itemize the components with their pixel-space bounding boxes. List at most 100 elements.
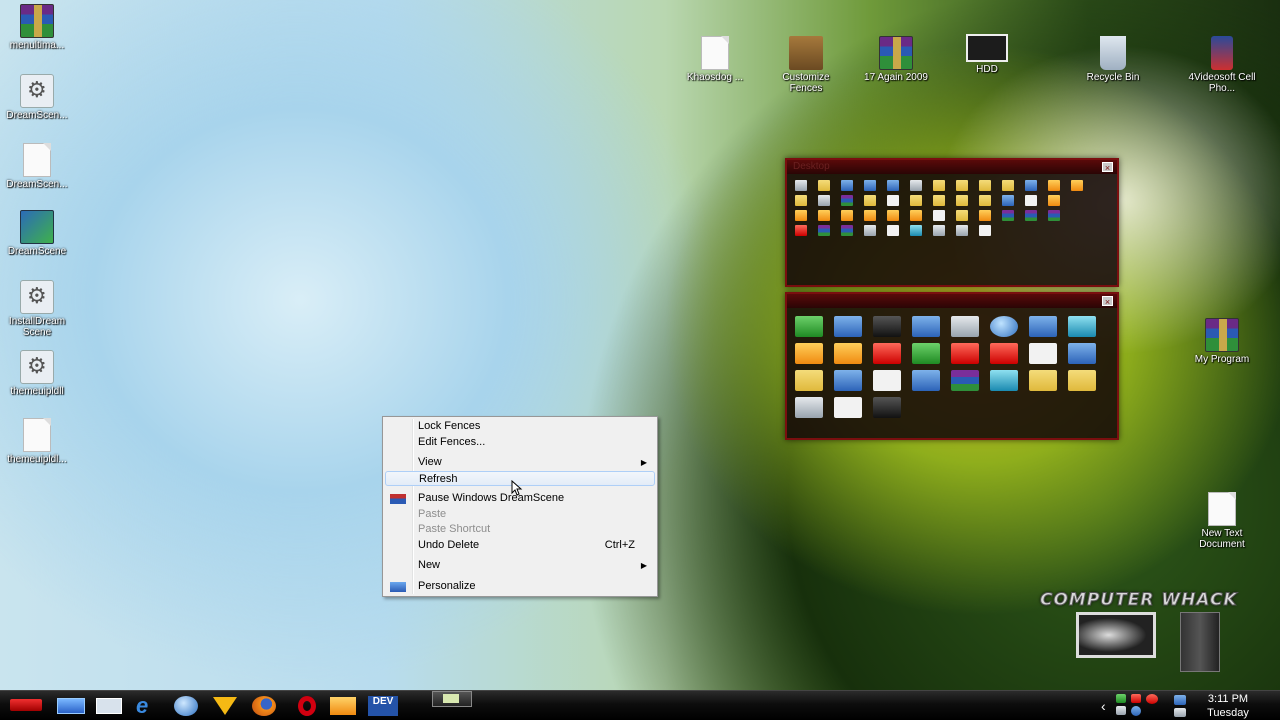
devexpress-icon[interactable]: DEV xyxy=(368,694,398,718)
fence-shortcut-icon[interactable] xyxy=(795,195,818,210)
fence-shortcut-icon[interactable] xyxy=(834,316,873,343)
fence-shortcut-icon[interactable] xyxy=(979,180,1002,195)
firefox-icon[interactable] xyxy=(250,694,280,718)
thunderbird-icon[interactable] xyxy=(172,694,202,718)
fence-shortcut-icon[interactable] xyxy=(951,343,990,370)
desktop-icon-top-5[interactable]: 4Videosoft Cell Pho... xyxy=(1184,36,1260,94)
fence-shortcut-icon[interactable] xyxy=(1029,316,1068,343)
fence-shortcut-icon[interactable] xyxy=(873,316,912,343)
desktop-icon-top-3[interactable]: HDD xyxy=(949,34,1025,75)
menu-item-edit-fences[interactable]: Edit Fences... xyxy=(385,435,655,451)
fence-shortcut-icon[interactable] xyxy=(864,180,887,195)
fence-shortcut-icon[interactable] xyxy=(956,195,979,210)
tray-antivirus-icon[interactable] xyxy=(1146,694,1158,704)
desktop-icon-right-1[interactable]: New Text Document xyxy=(1184,492,1260,550)
fence-programs-title[interactable]: × xyxy=(787,294,1117,308)
clock[interactable]: 3:11 PM Tuesday xyxy=(1198,692,1258,720)
fence-shortcut-icon[interactable] xyxy=(841,210,864,225)
menu-item-new[interactable]: New ▶ xyxy=(385,558,655,574)
fence-shortcut-icon[interactable] xyxy=(1068,343,1107,370)
desktop-icon-left-2[interactable]: DreamScen... xyxy=(0,143,75,190)
fence-shortcut-icon[interactable] xyxy=(1068,370,1107,397)
fence-shortcut-icon[interactable] xyxy=(990,316,1029,343)
tray-update-icon[interactable] xyxy=(1131,706,1141,716)
fence-shortcut-icon[interactable] xyxy=(795,316,834,343)
desktop-icon-top-4[interactable]: Recycle Bin xyxy=(1075,36,1151,83)
fence-shortcut-icon[interactable] xyxy=(933,210,956,225)
fence-shortcut-icon[interactable] xyxy=(956,225,979,240)
explorer-icon[interactable] xyxy=(94,694,124,718)
fence-shortcut-icon[interactable] xyxy=(951,316,990,343)
fence-shortcut-icon[interactable] xyxy=(818,180,841,195)
fence-shortcut-icon[interactable] xyxy=(1025,210,1048,225)
menu-item-lock-fences[interactable]: Lock Fences xyxy=(385,419,655,435)
fence-programs[interactable]: × xyxy=(785,292,1119,440)
fence-shortcut-icon[interactable] xyxy=(912,370,951,397)
tray-network-icon[interactable] xyxy=(1116,694,1126,703)
fence-shortcut-icon[interactable] xyxy=(1025,195,1048,210)
fence-shortcut-icon[interactable] xyxy=(887,210,910,225)
fence-shortcut-icon[interactable] xyxy=(1048,180,1071,195)
fence-shortcut-icon[interactable] xyxy=(795,225,818,240)
fence-shortcut-icon[interactable] xyxy=(795,343,834,370)
fence-shortcut-icon[interactable] xyxy=(933,195,956,210)
fence-shortcut-icon[interactable] xyxy=(841,195,864,210)
fence-shortcut-icon[interactable] xyxy=(910,195,933,210)
fence-shortcut-icon[interactable] xyxy=(1068,316,1107,343)
fence-desktop-title[interactable]: Desktop × xyxy=(787,160,1117,174)
fence-shortcut-icon[interactable] xyxy=(1048,210,1071,225)
fence-shortcut-icon[interactable] xyxy=(873,397,912,424)
desktop-icon-top-2[interactable]: 17 Again 2009 xyxy=(858,36,934,83)
fence-shortcut-icon[interactable] xyxy=(834,370,873,397)
fence-shortcut-icon[interactable] xyxy=(873,343,912,370)
desktop-icon-left-3[interactable]: DreamScene xyxy=(0,210,75,257)
fence-shortcut-icon[interactable] xyxy=(887,225,910,240)
start-button[interactable] xyxy=(10,699,42,711)
fence-shortcut-icon[interactable] xyxy=(795,370,834,397)
fence-shortcut-icon[interactable] xyxy=(933,180,956,195)
desktop-icon-top-1[interactable]: Customize Fences xyxy=(768,36,844,94)
fence-shortcut-icon[interactable] xyxy=(979,225,1002,240)
menu-item-undo-delete[interactable]: Undo Delete Ctrl+Z xyxy=(385,538,655,554)
media-player-icon[interactable] xyxy=(328,694,358,718)
tray-app-icon[interactable] xyxy=(1116,706,1126,715)
fence-shortcut-icon[interactable] xyxy=(818,195,841,210)
fence-shortcut-icon[interactable] xyxy=(979,210,1002,225)
fence-shortcut-icon[interactable] xyxy=(818,210,841,225)
fence-shortcut-icon[interactable] xyxy=(956,180,979,195)
fence-shortcut-icon[interactable] xyxy=(1002,180,1025,195)
fence-shortcut-icon[interactable] xyxy=(795,180,818,195)
fence-shortcut-icon[interactable] xyxy=(990,370,1029,397)
fence-shortcut-icon[interactable] xyxy=(1029,370,1068,397)
tray-volume-icon[interactable] xyxy=(1174,708,1186,717)
fence-shortcut-icon[interactable] xyxy=(841,225,864,240)
opera-icon[interactable] xyxy=(294,694,324,718)
fence-shortcut-icon[interactable] xyxy=(864,225,887,240)
menu-item-paste[interactable]: Paste xyxy=(385,507,655,523)
fence-shortcut-icon[interactable] xyxy=(1029,343,1068,370)
fence-shortcut-icon[interactable] xyxy=(1025,180,1048,195)
fence-shortcut-icon[interactable] xyxy=(873,370,912,397)
fence-shortcut-icon[interactable] xyxy=(910,180,933,195)
fence-shortcut-icon[interactable] xyxy=(887,195,910,210)
menu-item-paste-shortcut[interactable]: Paste Shortcut xyxy=(385,522,655,538)
menu-item-view[interactable]: View ▶ xyxy=(385,455,655,471)
fence-shortcut-icon[interactable] xyxy=(910,210,933,225)
fence-shortcut-icon[interactable] xyxy=(834,397,873,424)
fence-shortcut-icon[interactable] xyxy=(951,370,990,397)
tray-display-icon[interactable] xyxy=(1174,695,1186,705)
fence-close-button[interactable]: × xyxy=(1102,162,1113,173)
running-app-button[interactable] xyxy=(432,691,472,707)
desktop-icon-left-4[interactable]: InstallDream Scene xyxy=(0,280,75,338)
fence-shortcut-icon[interactable] xyxy=(1002,210,1025,225)
fence-shortcut-icon[interactable] xyxy=(795,210,818,225)
show-desktop-icon[interactable] xyxy=(55,694,85,718)
desktop-icon-left-0[interactable]: menultima... xyxy=(0,4,75,51)
fence-shortcut-icon[interactable] xyxy=(1002,195,1025,210)
tray-expand-button[interactable]: ‹ xyxy=(1101,698,1106,714)
fence-shortcut-icon[interactable] xyxy=(864,195,887,210)
desktop-icon-left-1[interactable]: DreamScen... xyxy=(0,74,75,121)
fence-shortcut-icon[interactable] xyxy=(910,225,933,240)
fence-shortcut-icon[interactable] xyxy=(841,180,864,195)
fence-shortcut-icon[interactable] xyxy=(834,343,873,370)
